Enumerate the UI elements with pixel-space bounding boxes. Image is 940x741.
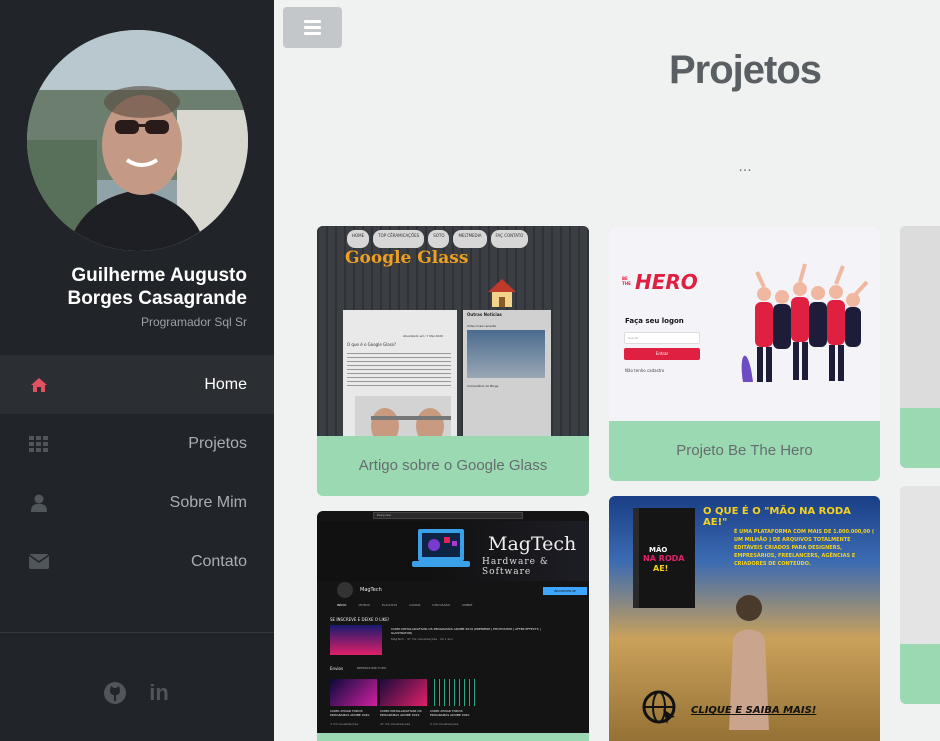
hamburger-icon-bar	[304, 26, 321, 29]
promo-text: É UMA PLATAFORMA COM MAIS DE 1.000.000,0…	[734, 529, 875, 567]
featured-video-title: COMO INSTALAR/ATIVAR OS PROGRAMAS ADOBE …	[391, 627, 541, 635]
nav-item-projetos[interactable]: Projetos	[0, 414, 274, 473]
channel-tab: VÍDEOS	[358, 603, 370, 607]
project-thumbnail	[900, 226, 940, 408]
envelope-icon	[28, 551, 50, 573]
hero-id-input: Sua ID	[624, 332, 700, 344]
subscribe-button: INSCREVER-SE	[543, 587, 587, 595]
project-thumbnail: O QUE É O "MÃO NA RODA AE!" É UMA PLATAF…	[609, 496, 880, 741]
upload-thumb	[430, 679, 477, 706]
project-card-label: Artigo sobre o Google Glass	[358, 457, 548, 474]
project-card-be-the-hero[interactable]: BE THE HERO Faça seu logon Sua ID Entrar…	[609, 226, 880, 481]
page-title: Projetos	[668, 48, 822, 92]
page-subtitle: ...	[738, 158, 752, 175]
product-box: MÃO NA RODA AE!	[633, 508, 695, 608]
project-card-magtech[interactable]: Pesquisar MagTech Hardware & Software Ma…	[317, 511, 589, 741]
featured-video-meta: MagTech · 47 mil visualizações · há 1 an…	[391, 637, 454, 641]
thumb-nav-item: HOME	[347, 230, 370, 248]
thumb-search-bar: Pesquisar	[373, 512, 523, 519]
upload-title: COMO ATIVAR TODOS PROGRAMAS ADOBE 2020	[330, 709, 370, 717]
promo-cta: CLIQUE E SAIBA MAIS!	[691, 705, 817, 716]
thumb-nav-item: MELTMEDIA	[453, 230, 487, 248]
menu-toggle-button[interactable]	[283, 7, 342, 48]
thumb-sidebar-title: Outras Noticias	[467, 312, 502, 317]
user-name: Guilherme Augusto Borges Casagrande	[67, 265, 247, 309]
nav-label-contato: Contato	[190, 552, 247, 570]
nav-label-sobre-mim: Sobre Mim	[169, 493, 247, 511]
magtech-brand-sub: Hardware & Software	[482, 557, 549, 577]
profile-avatar	[27, 30, 248, 251]
channel-tab: SOBRE	[462, 603, 473, 607]
project-card-label: Projeto Be The Hero	[676, 442, 813, 459]
sidebar-divider	[0, 632, 274, 633]
thumb-heading: Google Glass	[345, 248, 469, 268]
laptop-icon	[412, 525, 470, 579]
channel-avatar	[337, 582, 353, 598]
product-box-line3: AE!	[653, 564, 669, 573]
user-role: Programador Sql Sr	[140, 315, 247, 329]
channel-tab: DISCUSSÃO	[432, 603, 451, 607]
upload-thumb	[330, 679, 377, 706]
sidebar: Guilherme Augusto Borges Casagrande Prog…	[0, 0, 274, 741]
github-icon[interactable]	[102, 680, 128, 706]
thumb-question: O que é o Google Glass?	[347, 342, 397, 347]
thumb-nav-item: TOP CÊRAMICAÇÕES	[373, 230, 425, 248]
linkedin-icon[interactable]: in	[146, 680, 172, 706]
thumb-sidebar-sub: Vídeo mais recente	[467, 324, 496, 328]
project-thumbnail	[900, 486, 940, 644]
thumb-person-photo	[355, 396, 451, 436]
social-links: in	[0, 680, 274, 706]
magtech-brand: MagTech	[488, 533, 577, 555]
thumb-sidebar-sub2: Comentário do Blogs	[467, 384, 499, 388]
globe-cursor-icon	[641, 689, 677, 729]
channel-tab: PLAYLISTS	[381, 603, 398, 607]
hero-register-link: Não tenho cadastro	[625, 368, 665, 373]
product-box-line2: NA RODA	[643, 554, 685, 563]
upload-meta: 3 mil visualizações	[330, 722, 359, 726]
channel-tab: INÍCIO	[337, 603, 347, 607]
featured-video-thumb	[330, 625, 382, 655]
upload-meta: 2 mil visualizações	[430, 722, 459, 726]
nav-label-projetos: Projetos	[188, 434, 247, 452]
project-card-partial[interactable]	[900, 486, 940, 704]
project-thumbnail: Pesquisar MagTech Hardware & Software Ma…	[317, 511, 589, 733]
hamburger-icon-bar	[304, 20, 321, 23]
project-card-partial[interactable]	[900, 226, 940, 468]
hero-form-title: Faça seu logon	[625, 317, 684, 325]
project-thumbnail: HOME TOP CÊRAMICAÇÕES SOTO MELTMEDIA FAÇ…	[317, 226, 589, 436]
project-card-mao-na-roda[interactable]: O QUE É O "MÃO NA RODA AE!" É UMA PLATAF…	[609, 496, 880, 741]
home-icon	[28, 374, 50, 396]
user-icon	[28, 492, 50, 514]
project-card-google-glass[interactable]: HOME TOP CÊRAMICAÇÕES SOTO MELTMEDIA FAÇ…	[317, 226, 589, 496]
nav-item-home[interactable]: Home	[0, 355, 274, 414]
nav-item-contato[interactable]: Contato	[0, 532, 274, 591]
project-thumbnail: BE THE HERO Faça seu logon Sua ID Entrar…	[609, 226, 880, 421]
product-box-line1: MÃO	[649, 546, 668, 554]
promo-heading: O QUE É O "MÃO NA RODA AE!"	[703, 506, 851, 528]
thumb-date: Atualizado em: Y Mai 2020	[403, 334, 444, 338]
upload-thumb	[380, 679, 427, 706]
channel-tab: CANAIS	[409, 603, 421, 607]
nav-item-sobre-mim[interactable]: Sobre Mim	[0, 473, 274, 532]
nav-label-home: Home	[204, 375, 247, 393]
sidebar-nav: Home Projetos Sobre Mim Contato	[0, 355, 274, 591]
thumb-video	[467, 330, 545, 378]
upload-title: COMO ATIVAR TODOS PROGRAMAS ADOBE 2020	[430, 709, 470, 717]
hero-login-button: Entrar	[624, 348, 700, 360]
uploads-play-all: REPRODUZIR TUDO	[357, 666, 387, 670]
upload-meta: 47 mil visualizações	[380, 722, 411, 726]
house-icon	[485, 276, 519, 314]
hero-logo-small: BE THE	[622, 276, 631, 286]
channel-name: MagTech	[360, 587, 382, 593]
thumb-nav-item: FAÇ CONTATO	[490, 230, 529, 248]
grid-icon	[28, 433, 50, 455]
uploads-section-title: Envios	[330, 666, 344, 671]
upload-title: COMO INSTALAR/ATIVAR OS PROGRAMAS ADOBE …	[380, 709, 422, 717]
hamburger-icon-bar	[304, 32, 321, 35]
channel-section-title: SE INSCREVE E DEIXE O LIKE!	[330, 617, 390, 622]
heroes-illustration	[733, 262, 873, 391]
thumb-nav-item: SOTO	[428, 230, 450, 248]
hero-logo: HERO	[635, 270, 698, 294]
